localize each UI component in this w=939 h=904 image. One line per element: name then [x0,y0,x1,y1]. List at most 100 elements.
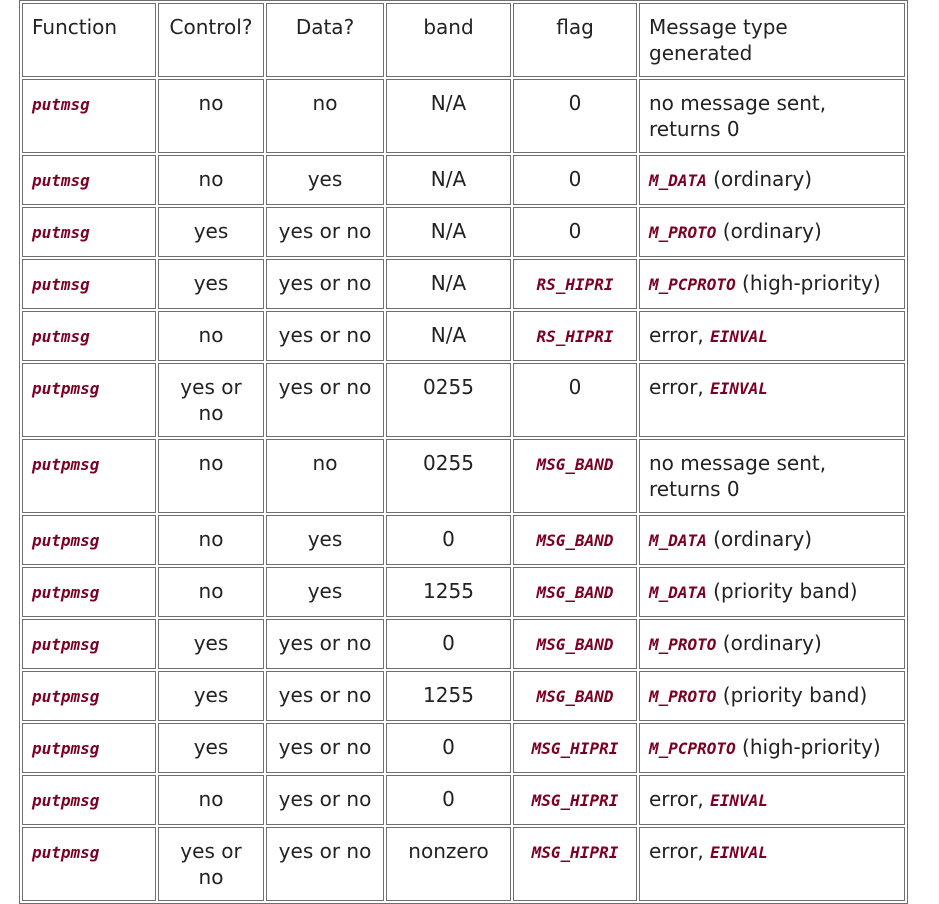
data-cell: yes or no [266,311,384,361]
band-cell: N/A [386,207,511,257]
flag-value: MSG_BAND [536,455,614,474]
data-value: yes or no [278,271,372,295]
control-value: yes or no [180,839,242,889]
data-value: yes or no [278,839,372,863]
message-prefix: error, [649,375,711,399]
table-row: putmsg yes yes or no N/A 0 M_PROTO (ordinary) [22,207,905,257]
control-cell: no [158,515,264,565]
message-type-cell: error, EINVAL [639,775,905,825]
table-row: putpmsg yes or no yes or no 0255 0 error, EIN… [22,363,905,437]
flag-cell: MSG_BAND [513,619,637,669]
data-cell: yes [266,515,384,565]
function-name: putmsg [32,275,90,294]
function-name: putpmsg [32,635,100,654]
function-cell: putmsg [22,207,156,257]
table-row: putmsg no yes N/A 0 M_DATA (ordinary) [22,155,905,205]
function-name: putmsg [32,95,90,114]
function-name: putpmsg [32,687,100,706]
message-type-cell: M_DATA (priority band) [639,567,905,617]
flag-cell: MSG_BAND [513,515,637,565]
message-text: (high-priority) [735,271,881,295]
flag-cell: RS_HIPRI [513,259,637,309]
control-cell: yes or no [158,363,264,437]
flag-value: MSG_HIPRI [531,739,619,758]
band-value: N/A [430,271,467,295]
function-name: putpmsg [32,455,100,474]
flag-value: MSG_HIPRI [531,791,619,810]
message-text: (ordinary) [706,527,813,551]
band-cell: N/A [386,79,511,153]
message-code: M_DATA [649,531,707,550]
function-cell: putpmsg [22,619,156,669]
control-cell: yes or no [158,827,264,901]
table-body: putmsg no no N/A 0 no message sent, returns 0… [22,79,905,901]
function-name: putmsg [32,171,90,190]
data-cell: yes or no [266,619,384,669]
message-text: (ordinary) [706,167,813,191]
control-value: no [198,527,224,551]
table-row: putmsg yes yes or no N/A RS_HIPRI M_PCPROTO (… [22,259,905,309]
function-cell: putpmsg [22,363,156,437]
flag-cell: MSG_BAND [513,671,637,721]
control-cell: yes [158,207,264,257]
band-value: 0 [442,631,455,655]
function-name: putpmsg [32,583,100,602]
message-code: EINVAL [710,843,768,862]
message-code: M_PCPROTO [649,739,736,758]
control-cell: yes [158,619,264,669]
message-type-cell: M_PCPROTO (high-priority) [639,259,905,309]
band-value: 0 [442,735,455,759]
flag-cell: MSG_HIPRI [513,723,637,773]
message-type-cell: M_DATA (ordinary) [639,155,905,205]
control-cell: no [158,775,264,825]
flag-cell: 0 [513,207,637,257]
message-type-cell: error, EINVAL [639,311,905,361]
table-row: putmsg no no N/A 0 no message sent, returns 0 [22,79,905,153]
control-value: yes [193,683,229,707]
band-cell: 0 [386,723,511,773]
band-cell: N/A [386,155,511,205]
data-value: yes or no [278,219,372,243]
data-value: no [312,91,338,115]
header-row: Function Control? Data? band flag Messag… [22,3,905,77]
function-cell: putpmsg [22,723,156,773]
message-type-cell: M_PROTO (ordinary) [639,207,905,257]
band-cell: N/A [386,259,511,309]
band-value: 0 [442,527,455,551]
function-cell: putpmsg [22,515,156,565]
table-row: putpmsg no yes 0 MSG_BAND M_DATA (ordinary) [22,515,905,565]
message-prefix: error, [649,787,711,811]
control-value: no [198,91,224,115]
message-text: (ordinary) [716,631,822,655]
band-cell: 0 [386,619,511,669]
function-name: putpmsg [32,531,100,550]
data-value: yes or no [278,787,372,811]
function-name: putmsg [32,327,90,346]
data-cell: no [266,439,384,513]
function-name: putmsg [32,223,90,242]
band-value: nonzero [408,839,489,863]
band-value: 1255 [423,683,474,707]
function-cell: putpmsg [22,439,156,513]
control-value: yes [193,631,229,655]
function-cell: putmsg [22,311,156,361]
control-value: no [198,323,224,347]
flag-value: 0 [568,91,582,115]
flag-value: MSG_BAND [536,687,614,706]
message-text: no message sent, returns 0 [649,451,827,501]
band-value: 1255 [423,579,474,603]
data-value: yes or no [278,683,372,707]
message-type-cell: no message sent, returns 0 [639,439,905,513]
table-row: putpmsg yes or no yes or no nonzero MSG_HIPR… [22,827,905,901]
flag-cell: MSG_HIPRI [513,775,637,825]
band-value: N/A [430,323,467,347]
message-code: EINVAL [710,791,768,810]
message-prefix: error, [649,839,711,863]
message-code: M_PROTO [649,635,717,654]
message-code: EINVAL [710,327,768,346]
function-cell: putpmsg [22,775,156,825]
message-text: (priority band) [706,579,858,603]
header-flag: flag [513,3,637,77]
data-value: yes or no [278,631,372,655]
header-function: Function [22,3,156,77]
